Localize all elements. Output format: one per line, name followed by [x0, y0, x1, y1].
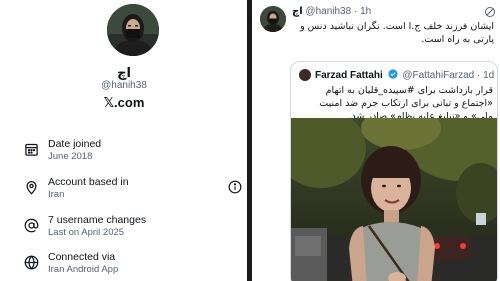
quoted-author-handle[interactable]: @FattahiFarzad: [402, 70, 474, 81]
account-based-row: Account based in Iran: [0, 176, 247, 208]
account-based-label: Account based in: [48, 176, 129, 188]
quoted-tweet-card[interactable]: Farzad Fattahi @FattahiFarzad · 1d قرار …: [290, 61, 498, 281]
tweet-time[interactable]: 1h: [360, 6, 371, 17]
grok-icon[interactable]: [484, 6, 496, 18]
quoted-author-line: Farzad Fattahi @FattahiFarzad · 1d: [315, 69, 494, 81]
quoted-dot-separator: ·: [477, 70, 481, 81]
platform-label: 𝕏.com: [103, 95, 145, 110]
location-icon: [26, 180, 37, 195]
tweet-author-name[interactable]: اچ: [292, 6, 303, 17]
calendar-icon: [25, 143, 38, 156]
tweet-author-avatar[interactable]: [260, 6, 286, 32]
quoted-time[interactable]: 1d: [483, 70, 494, 81]
username-changes-value: Last on April 2025: [48, 227, 125, 238]
profile-avatar[interactable]: [107, 4, 159, 56]
account-based-value: Iran: [48, 189, 65, 200]
connected-via-row: Connected via Iran Android App: [0, 251, 247, 281]
tweet-panel: اچ @hanih38 · 1h ایشان فرزند خلف ج.ا است…: [251, 0, 500, 281]
username-changes-label: 7 username changes: [48, 214, 147, 226]
date-joined-row: Date joined June 2018: [0, 138, 247, 170]
date-joined-label: Date joined: [48, 138, 102, 150]
about-account-panel: اچ @hanih38 𝕏.com Date joined June 2018 …: [0, 0, 248, 281]
tweet-dot-separator: ·: [353, 6, 358, 17]
connected-via-value: Iran Android App: [48, 264, 119, 275]
quoted-tweet-photo[interactable]: [291, 118, 498, 281]
quoted-author-avatar[interactable]: [299, 69, 311, 81]
date-joined-value: June 2018: [48, 151, 93, 162]
info-icon[interactable]: [228, 180, 242, 194]
profile-handle: @hanih38: [101, 80, 147, 91]
profile-display-name: اچ: [117, 66, 131, 81]
connected-via-label: Connected via: [48, 251, 116, 263]
verified-badge-icon: [387, 69, 398, 79]
tweet-text: ایشان فرزند خلف ج.ا است. نگران نباشید دن…: [300, 21, 494, 45]
quoted-author-name[interactable]: Farzad Fattahi: [315, 70, 383, 81]
globe-icon: [24, 255, 39, 270]
tweet-author-handle[interactable]: @hanih38: [305, 6, 351, 17]
tweet-author-line: اچ @hanih38 · 1h: [292, 6, 371, 17]
at-sign-icon: [24, 218, 39, 233]
username-changes-row: 7 username changes Last on April 2025: [0, 214, 247, 246]
